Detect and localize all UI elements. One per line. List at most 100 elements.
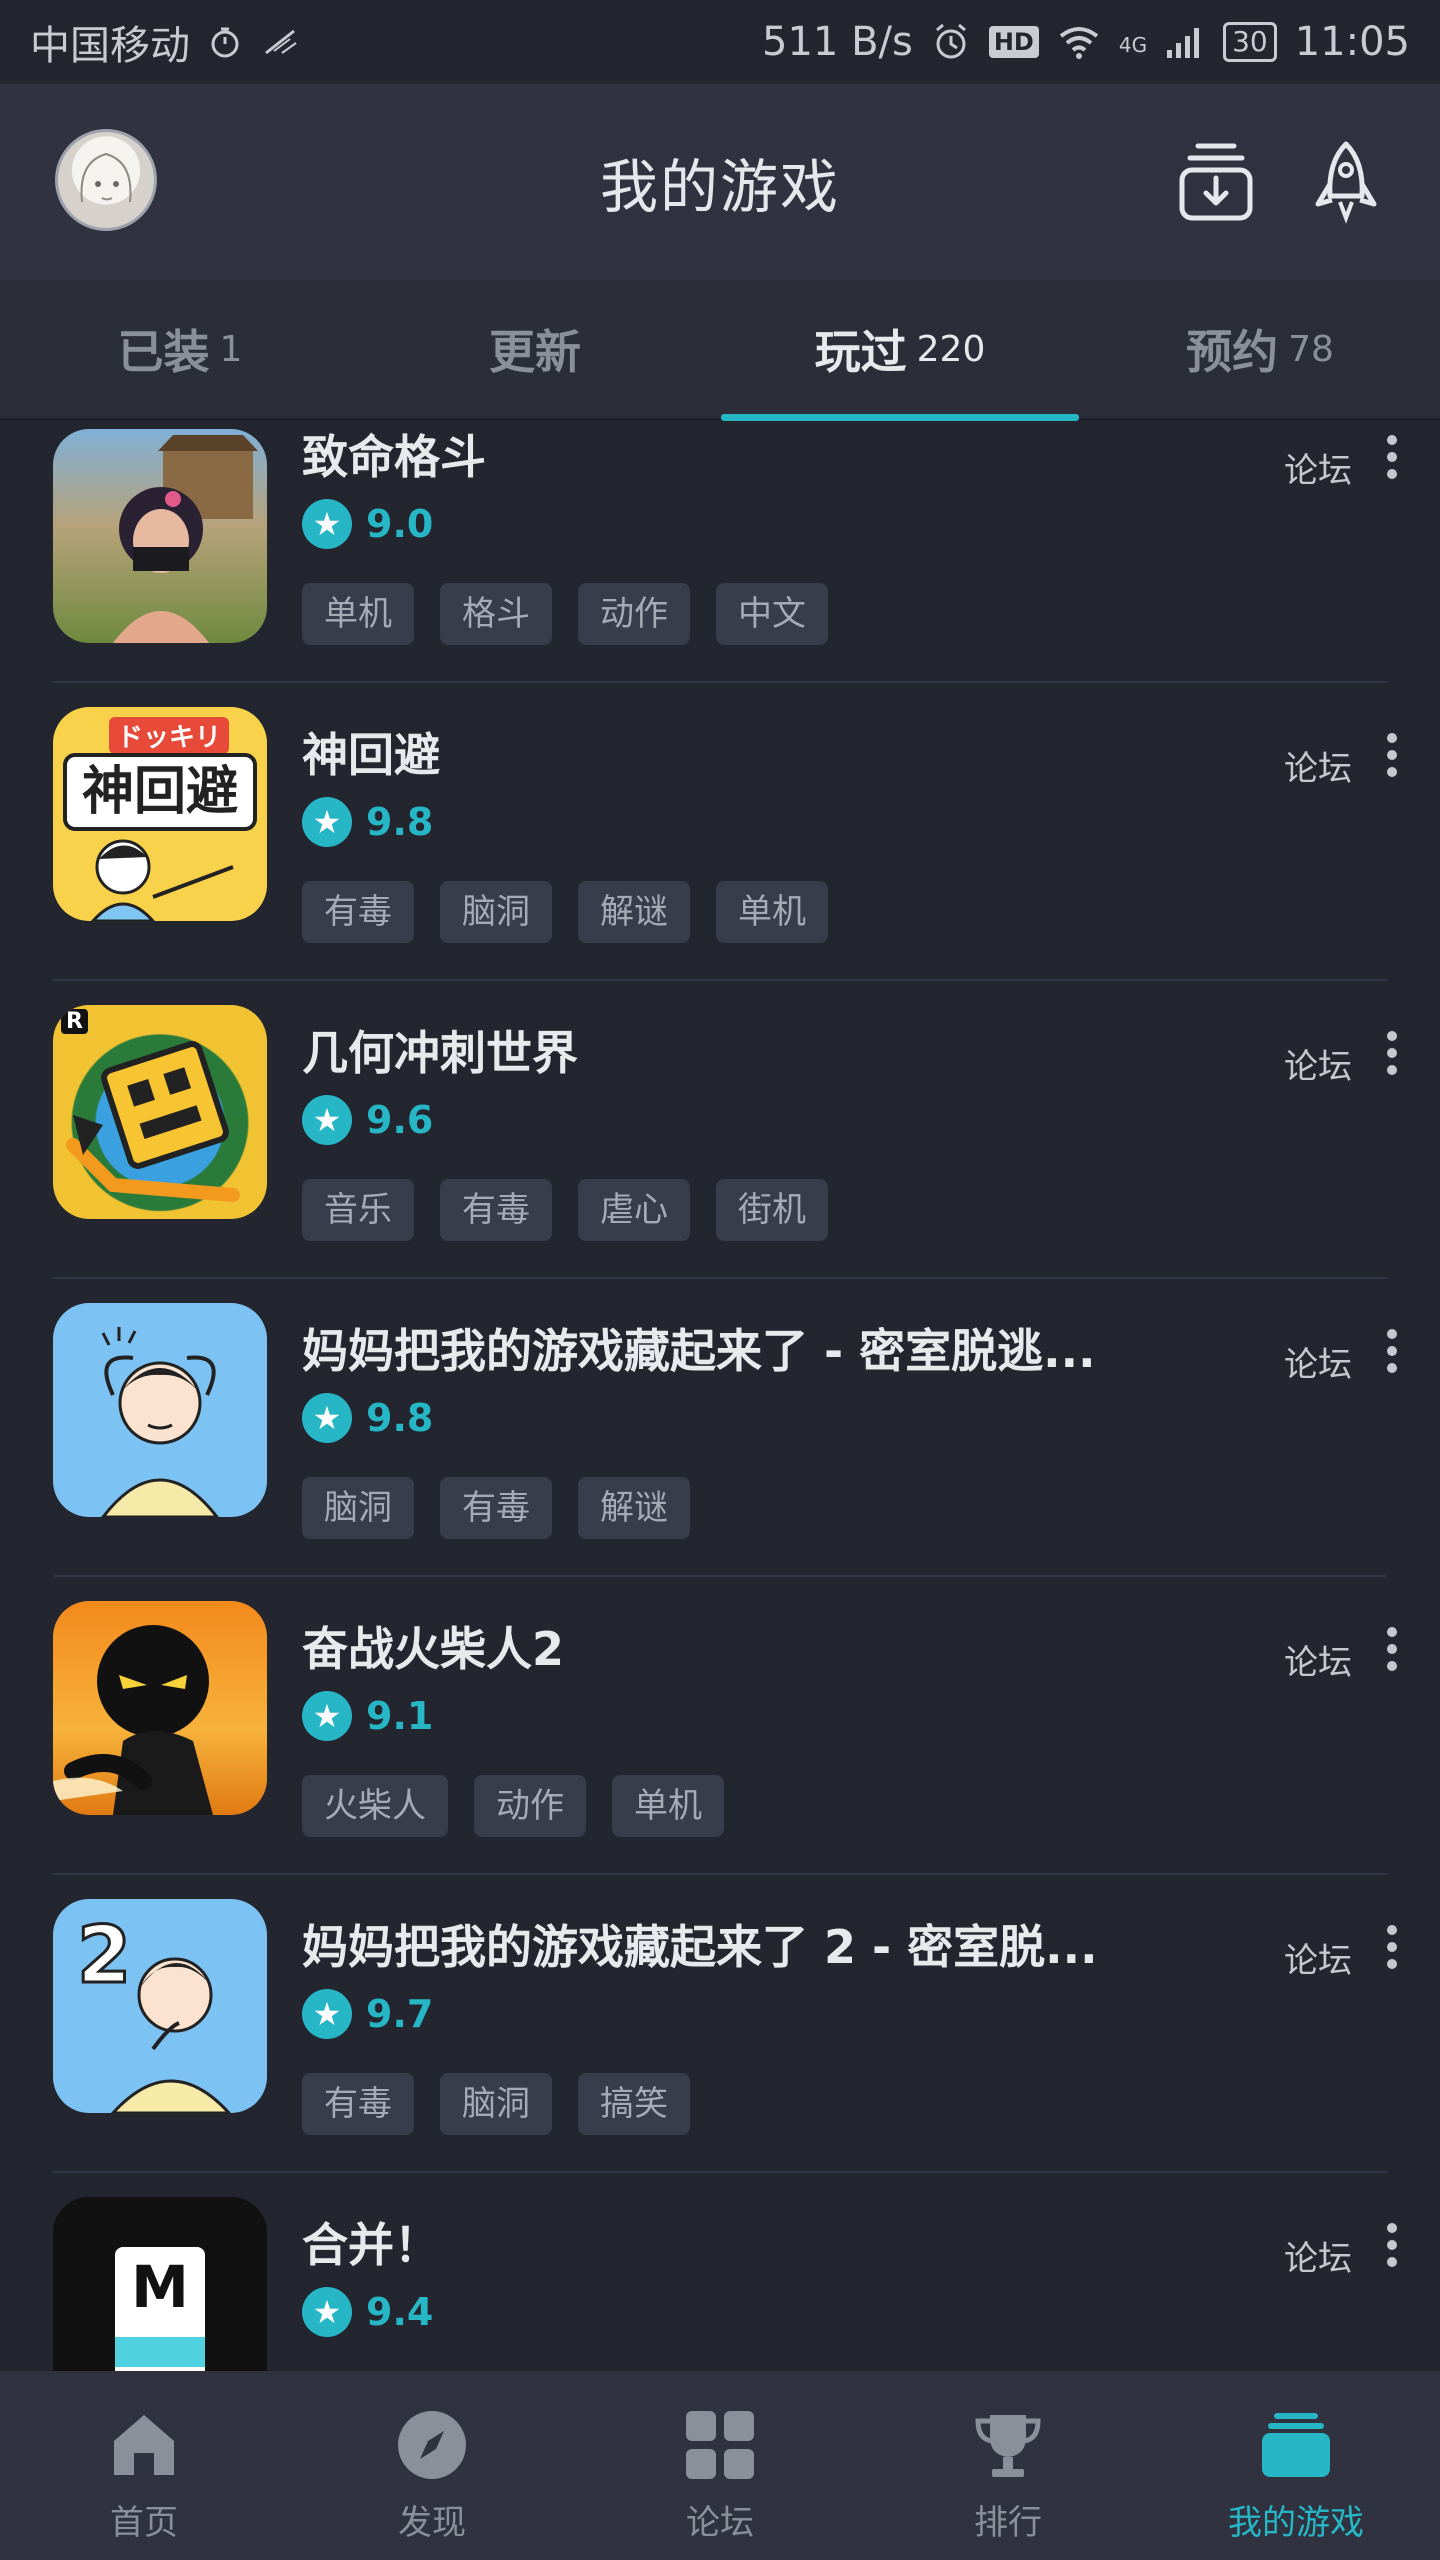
tab-reserved[interactable]: 预约 78 [1080,280,1440,418]
game-row[interactable]: R 几何冲刺世界 ★ 9.6 音乐 有毒 虐心 街机 论坛 [0,981,1440,1279]
game-rating: ★ 9.7 [302,1989,433,2039]
game-name[interactable]: 神回避 [302,719,440,785]
game-icon[interactable]: R [53,1005,267,1219]
more-options-icon[interactable] [1386,2223,1398,2271]
tag[interactable]: 音乐 [302,1179,414,1241]
rocket-icon[interactable] [1306,140,1386,224]
tab-label: 已装 [117,325,210,379]
tab-label: 更新 [489,325,581,379]
nav-home[interactable]: 首页 [0,2371,288,2560]
tag[interactable]: 单机 [302,583,414,645]
forum-link[interactable]: 论坛 [1284,1039,1352,1088]
status-bar: 中国移动 511 B/s HD 4G 30 11:05 [0,0,1440,84]
forum-link[interactable]: 论坛 [1284,2231,1352,2280]
clock: 11:05 [1294,19,1410,65]
more-options-icon[interactable] [1386,1031,1398,1079]
user-avatar[interactable] [55,129,157,231]
star-icon: ★ [302,2287,352,2337]
forum-link[interactable]: 论坛 [1284,1337,1352,1386]
tag[interactable]: 动作 [474,1775,586,1837]
boy-pointing-icon [90,839,234,921]
tag[interactable]: 搞笑 [578,2073,690,2135]
game-name[interactable]: 合并！ [302,2209,440,2275]
tag[interactable]: 有毒 [440,1477,552,1539]
tab-bar: 已装 1 更新 玩过 220 预约 78 [0,280,1440,421]
game-name[interactable]: 奋战火柴人2 [302,1613,564,1679]
app-header: 我的游戏 [0,84,1440,280]
tag[interactable]: 脑洞 [440,2073,552,2135]
tab-installed[interactable]: 已装 1 [0,280,360,418]
tab-label: 玩过 [814,325,907,379]
star-icon: ★ [302,797,352,847]
icon-title: 神回避 [63,753,257,831]
star-icon: ★ [302,499,352,549]
tag-list: 单机 格斗 动作 中文 [302,583,828,645]
game-icon[interactable]: M [53,2197,267,2371]
game-score: 9.0 [366,502,434,546]
game-row[interactable]: 2 妈妈把我的游戏藏起来了 2 - 密室脱... ★ 9.7 有毒 脑洞 搞笑 … [0,1875,1440,2173]
game-icon[interactable] [53,1601,267,1815]
game-row[interactable]: 妈妈把我的游戏藏起来了 - 密室脱逃... ★ 9.8 脑洞 有毒 解谜 论坛 [0,1279,1440,1577]
tag[interactable]: 脑洞 [440,881,552,943]
tag[interactable]: 中文 [716,583,828,645]
game-icon[interactable]: ドッキリ 神回避 [53,707,267,921]
nav-discover[interactable]: 发现 [288,2371,576,2560]
page-title: 我的游戏 [599,153,840,221]
tag[interactable]: 解谜 [578,881,690,943]
tag[interactable]: 动作 [578,583,690,645]
game-score: 9.8 [366,800,434,844]
tab-played[interactable]: 玩过 220 [720,280,1080,418]
game-rating: ★ 9.8 [302,1393,433,1443]
tag[interactable]: 脑洞 [302,1477,414,1539]
game-rating: ★ 9.4 [302,2287,433,2337]
forum-link[interactable]: 论坛 [1284,1933,1352,1982]
game-list[interactable]: 致命格斗 ★ 9.0 单机 格斗 动作 中文 论坛 ドッキリ 神回避 神回避 ★… [0,421,1440,2371]
tag[interactable]: 有毒 [302,881,414,943]
tag-list: 有毒 脑洞 解谜 单机 [302,881,828,943]
satellite-icon [265,29,297,55]
forum-link[interactable]: 论坛 [1284,443,1352,492]
tab-updates[interactable]: 更新 [360,280,720,418]
game-row[interactable]: ドッキリ 神回避 神回避 ★ 9.8 有毒 脑洞 解谜 单机 论坛 [0,683,1440,981]
download-manager-icon[interactable] [1176,140,1256,224]
nav-forum[interactable]: 论坛 [576,2371,864,2560]
game-row[interactable]: 奋战火柴人2 ★ 9.1 火柴人 动作 单机 论坛 [0,1577,1440,1875]
icon-badge: R [61,1009,88,1034]
tag[interactable]: 虐心 [578,1179,690,1241]
wifi-icon [1059,27,1099,59]
star-icon: ★ [302,1989,352,2039]
tag-list: 脑洞 有毒 解谜 [302,1477,690,1539]
tag[interactable]: 有毒 [302,2073,414,2135]
tag[interactable]: 单机 [612,1775,724,1837]
game-name[interactable]: 几何冲刺世界 [302,1017,578,1083]
icon-caption: ドッキリ [109,717,230,754]
tag[interactable]: 解谜 [578,1477,690,1539]
game-row[interactable]: M 合并！ ★ 9.4 论坛 [0,2173,1440,2371]
forum-link[interactable]: 论坛 [1284,741,1352,790]
game-icon[interactable]: 2 [53,1899,267,2113]
game-name[interactable]: 妈妈把我的游戏藏起来了 - 密室脱逃... [302,1315,1096,1381]
game-name[interactable]: 致命格斗 [302,421,486,487]
nav-my-games[interactable]: 我的游戏 [1152,2371,1440,2560]
fighter-portrait-icon [113,435,258,643]
tag[interactable]: 单机 [716,881,828,943]
home-icon [114,2415,174,2475]
more-options-icon[interactable] [1386,1627,1398,1675]
more-options-icon[interactable] [1386,1329,1398,1377]
game-row[interactable]: 致命格斗 ★ 9.0 单机 格斗 动作 中文 论坛 [0,421,1440,683]
tag[interactable]: 街机 [716,1179,828,1241]
game-icon[interactable] [53,1303,267,1517]
nav-ranking[interactable]: 排行 [864,2371,1152,2560]
more-options-icon[interactable] [1386,1925,1398,1973]
tag[interactable]: 格斗 [440,583,552,645]
more-options-icon[interactable] [1386,435,1398,483]
tag[interactable]: 有毒 [440,1179,552,1241]
tab-count: 78 [1288,328,1334,370]
tag-list: 音乐 有毒 虐心 街机 [302,1179,828,1241]
tag[interactable]: 火柴人 [302,1775,448,1837]
game-name[interactable]: 妈妈把我的游戏藏起来了 2 - 密室脱... [302,1911,1098,1977]
cube-face-icon [66,1041,240,1202]
game-icon[interactable] [53,429,267,643]
more-options-icon[interactable] [1386,733,1398,781]
forum-link[interactable]: 论坛 [1284,1635,1352,1684]
